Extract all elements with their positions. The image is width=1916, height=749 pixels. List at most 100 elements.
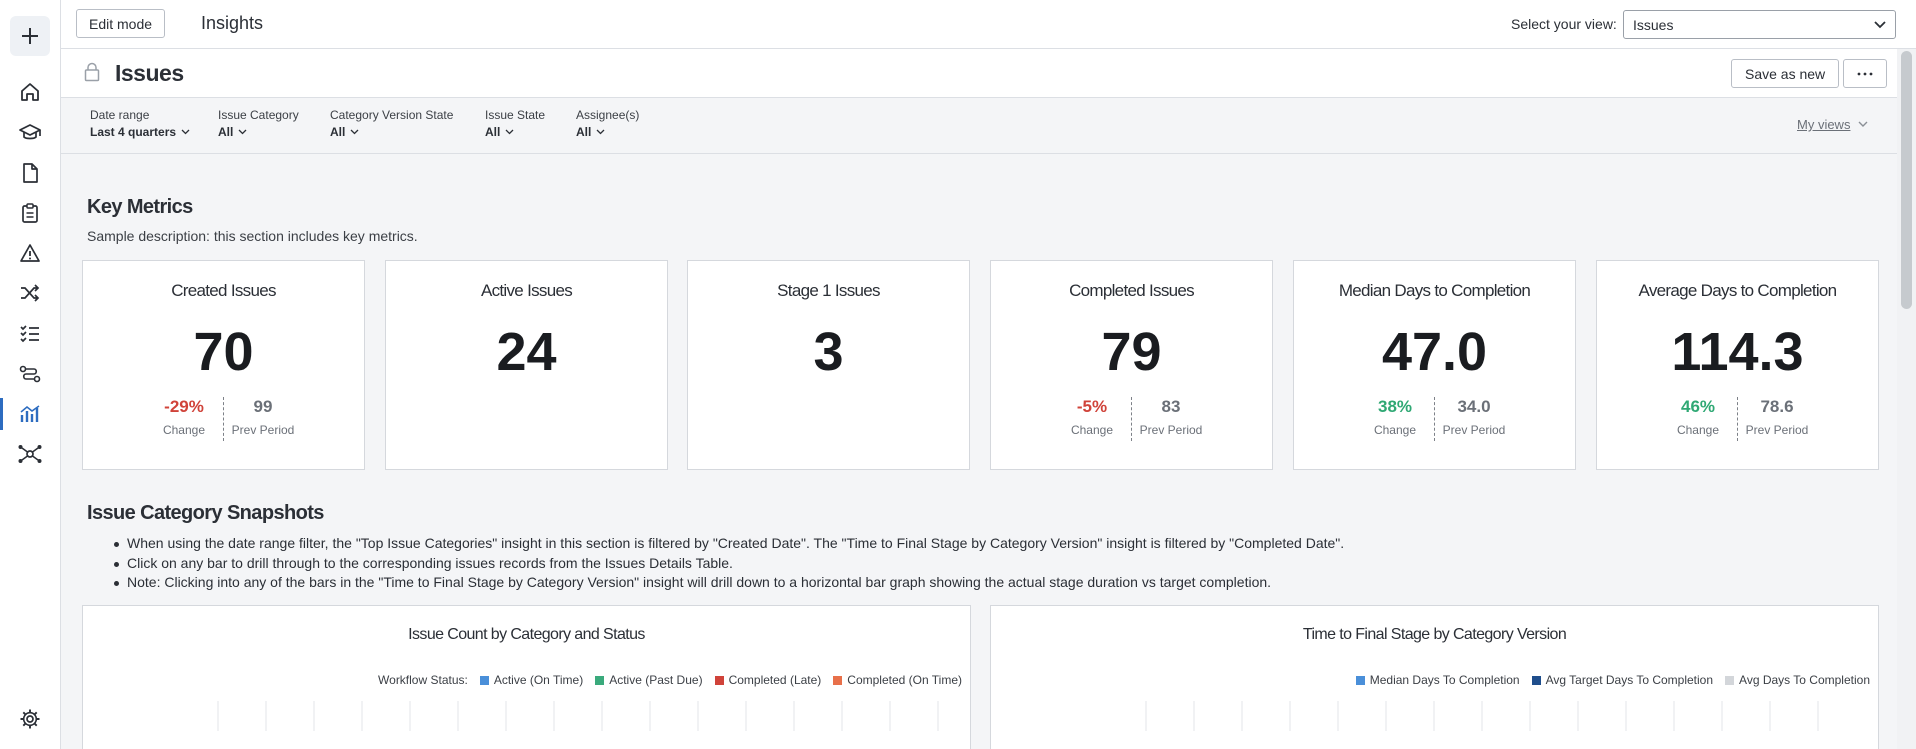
metric-title: Average Days to Completion [1638,281,1838,300]
legend-item[interactable]: Active (Past Due) [595,673,703,687]
metric-prev: 34.0 [1457,397,1491,416]
document-icon [23,163,38,183]
top-bar: Edit mode Insights Select your view: Iss… [61,0,1916,49]
metric-change: 38% [1377,397,1413,416]
legend-swatch [1531,675,1541,685]
metric-card-median-days[interactable]: Median Days to Completion 47.0 38% Change… [1293,260,1576,470]
add-button[interactable] [10,16,50,56]
home-icon [21,83,39,101]
chart-time-to-final-stage: Time to Final Stage by Category Version … [990,605,1879,749]
list-item: Note: Clicking into any of the bars in t… [113,573,1344,593]
metric-prev-label: Prev Period [231,423,295,437]
legend-swatch [479,675,489,685]
shuffle-icon [21,284,40,302]
metric-value: 70 [193,322,254,382]
metric-change-label: Change [1070,423,1114,437]
metric-title: Stage 1 Issues [777,281,880,300]
filter-issue-state[interactable]: Issue State All [485,108,545,139]
edit-mode-button[interactable]: Edit mode [76,9,166,38]
legend-swatch [595,675,605,685]
metric-card-average-days[interactable]: Average Days to Completion 114.3 46% Chan… [1596,260,1879,470]
metric-prev-label: Prev Period [1139,423,1203,437]
metric-card-stage1-issues[interactable]: Stage 1 Issues 3 [687,260,970,470]
legend-item[interactable]: Completed (Late) [714,673,822,687]
plus-icon [22,28,38,44]
filter-value: Last 4 quarters [90,125,177,139]
lock-icon [84,62,100,82]
chart-legend: Median Days To Completion Avg Target Day… [1355,673,1870,687]
snapshots-notes: When using the date range filter, the "T… [113,534,1344,593]
nav-workflows[interactable] [0,355,60,393]
graduation-cap-icon [19,124,41,140]
insights-app: Edit mode Insights Select your view: Iss… [0,0,1916,749]
metric-prev: 99 [253,397,273,416]
chevron-down-icon [238,129,247,135]
legend-label: Avg Days To Completion [1739,673,1870,687]
chart-legend: Workflow Status: Active (On Time) Active… [378,673,962,687]
legend-label: Median Days To Completion [1369,673,1520,687]
filter-issue-category[interactable]: Issue Category All [218,108,299,139]
ellipsis-icon [1857,72,1873,75]
view-select[interactable]: Issues [1623,10,1896,39]
metric-card-active-issues[interactable]: Active Issues 24 [385,260,668,470]
metric-change: -5% [1076,397,1108,416]
gear-icon [20,709,40,729]
filter-label: Issue State [485,108,546,122]
legend-item[interactable]: Avg Target Days To Completion [1531,673,1714,687]
nav-issues[interactable] [0,234,60,272]
chevron-down-icon [181,129,190,135]
metric-prev: 78.6 [1760,397,1794,416]
chevron-down-icon [1874,21,1886,29]
filter-category-version-state[interactable]: Category Version State All [330,108,453,139]
metric-title: Active Issues [480,281,573,300]
more-options-button[interactable] [1843,59,1887,88]
metric-comparison: -29% Change 99 Prev Period [83,397,364,441]
chart-icon [20,405,40,422]
nav-insights[interactable] [0,395,60,433]
filter-value: All [576,125,592,139]
warning-icon [20,244,40,262]
metric-comparison: 46% Change 78.6 Prev Period [1597,397,1878,441]
filter-value: All [330,125,346,139]
metric-change-label: Change [1676,423,1720,437]
legend-item[interactable]: Completed (On Time) [833,673,962,687]
nav-documents[interactable] [0,154,60,192]
metric-value: 114.3 [1671,322,1804,382]
my-views-link[interactable]: My views [1797,117,1868,132]
nav-changes[interactable] [0,274,60,312]
nav-checklists[interactable] [0,314,60,352]
metric-change-label: Change [1373,423,1417,437]
metric-card-completed-issues[interactable]: Completed Issues 79 -5% Change 83 Prev Per… [990,260,1273,470]
nav-tasks[interactable] [0,194,60,232]
metric-title: Median Days to Completion [1338,281,1531,300]
vertical-scrollbar[interactable] [1897,49,1916,749]
app-title: Insights [201,13,264,33]
metric-comparison: 38% Change 34.0 Prev Period [1294,397,1575,441]
filter-assignees[interactable]: Assignee(s) All [576,108,639,139]
view-select-label: Select your view: [1511,16,1617,32]
chart-title: Time to Final Stage by Category Version [1302,626,1567,643]
nav-settings[interactable] [0,700,60,738]
legend-label: Completed (Late) [728,673,822,687]
metric-change: 46% [1680,397,1716,416]
filter-label: Category Version State [330,108,454,122]
metric-value: 79 [1101,322,1162,382]
legend-item[interactable]: Avg Days To Completion [1725,673,1870,687]
chart-gridlines [1145,701,1819,731]
nav-home[interactable] [0,73,60,111]
nav-network[interactable] [0,435,60,473]
chart-issue-count-by-category: Issue Count by Category and Status Workf… [82,605,971,749]
save-as-new-button[interactable]: Save as new [1731,59,1840,88]
legend-label: Avg Target Days To Completion [1545,673,1714,687]
page-header: Issues Save as new [61,49,1897,98]
filter-date-range[interactable]: Date range Last 4 quarters [90,108,190,139]
nav-learning[interactable] [0,114,60,152]
legend-item[interactable]: Median Days To Completion [1355,673,1520,687]
metric-card-created-issues[interactable]: Created Issues 70 -29% Change 99 Prev Peri… [82,260,365,470]
metric-change-label: Change [162,423,206,437]
list-item: When using the date range filter, the "T… [113,534,1344,554]
snapshots-title: Issue Category Snapshots [87,502,324,524]
chevron-down-icon [350,129,359,135]
legend-item[interactable]: Active (On Time) [479,673,583,687]
scrollbar-thumb[interactable] [1901,51,1912,309]
